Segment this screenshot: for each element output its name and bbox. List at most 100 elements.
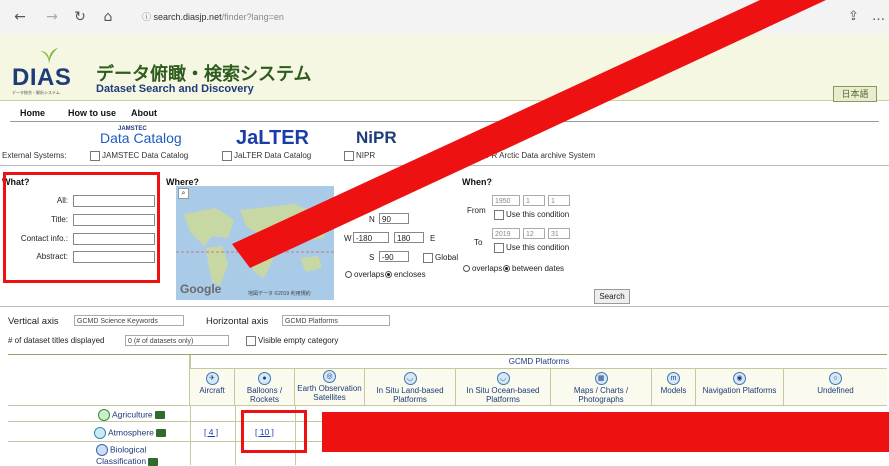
radio-button[interactable] [463,265,470,273]
search-button[interactable]: Search [594,289,630,304]
dataset-count-select[interactable]: 0 (# of datasets only) [125,335,229,346]
to-month-select[interactable]: 12 [523,228,545,239]
col-undefined[interactable]: ○ Undefined [784,369,887,405]
navigation-icon: ◉ [733,372,746,385]
database-icon[interactable] [154,411,165,419]
visible-empty-option[interactable]: Visible empty category [244,336,338,346]
to-day-select[interactable]: 31 [548,228,570,239]
where-overlaps-option[interactable]: overlaps [345,270,384,279]
map-credit: 地図データ ©2019 利用規約 [248,291,311,297]
checkbox[interactable] [90,151,100,161]
col-models[interactable]: m Models [652,369,696,405]
annotation-redaction-bar [322,412,889,452]
horizontal-axis-label: Horizontal axis [206,316,269,327]
main-menu: Home How to use About [0,108,889,122]
more-icon[interactable]: … [872,9,885,24]
nipr-logo[interactable]: NiPR [356,129,397,147]
to-use-condition[interactable]: Use this condition [492,243,569,253]
ext-jalter[interactable]: JaLTER Data Catalog [220,151,311,161]
col-satellites-label: Earth Observation Satellites [297,384,362,402]
to-use-condition-label: Use this condition [506,243,570,253]
radio-button-selected[interactable] [503,265,510,273]
vertical-axis-label: Vertical axis [8,316,59,327]
col-aircraft[interactable]: ✈ Aircraft [190,369,235,405]
checkbox[interactable] [494,243,504,253]
ext-jalter-label: JaLTER Data Catalog [234,151,312,161]
forward-icon[interactable]: → [44,9,60,25]
col-navigation-label: Navigation Platforms [702,386,777,395]
dias-logo[interactable]: DIAS データ統合・解析システム [12,46,82,95]
checkbox[interactable] [344,151,354,161]
row-label-biological[interactable]: Biological Classification [96,444,186,466]
col-ocean-label: In Situ Ocean-based Platforms [466,386,540,404]
east-label: E [430,234,436,243]
west-input[interactable]: -180 [353,232,389,243]
east-input[interactable]: 180 [394,232,424,243]
back-icon[interactable]: ← [12,9,28,25]
row-label-agriculture[interactable]: Agriculture [98,409,165,421]
browser-toolbar: ← → ↻ ⌂ ⓘ search.diasjp.net/finder?lang=… [0,0,889,35]
to-label: To [474,238,483,247]
col-balloons[interactable]: ● Balloons / Rockets [235,369,295,405]
share-icon[interactable]: ⇪ [848,9,859,24]
model-icon: m [667,372,680,385]
world-map[interactable]: ⌕ Google 地図データ ©2019 利用規約 [176,186,334,300]
jamstec-logo[interactable]: JAMSTEC Data Catalog [100,126,182,145]
col-balloons-label: Balloons / Rockets [246,386,283,404]
database-icon[interactable] [148,457,159,466]
when-between-option[interactable]: between dates [503,264,564,273]
menu-about[interactable]: About [131,108,157,118]
table-corner [8,355,190,405]
from-day-select[interactable]: 1 [548,195,570,206]
checkbox[interactable] [494,210,504,220]
info-icon[interactable]: ⓘ [142,13,151,23]
where-encloses-label: encloses [394,270,426,279]
menu-home[interactable]: Home [20,108,45,118]
vertical-axis-select[interactable]: GCMD Science Keywords [74,315,184,326]
site-title-en: Dataset Search and Discovery [96,83,254,95]
ext-jamstec[interactable]: JAMSTEC Data Catalog [88,151,188,161]
jalter-logo[interactable]: JaLTER [236,128,309,148]
col-navigation[interactable]: ◉ Navigation Platforms [696,369,784,405]
ext-nipr[interactable]: NIPR [342,151,375,161]
address-bar[interactable]: ⓘ search.diasjp.net/finder?lang=en [142,8,802,26]
row-atmosphere-text: Atmosphere [108,427,154,438]
col-maps-label: Maps / Charts / Photographs [573,386,629,404]
database-icon[interactable] [155,429,166,437]
global-checkbox[interactable] [423,253,433,263]
horizontal-axis-select[interactable]: GCMD Platforms [282,315,390,326]
checkbox[interactable] [222,151,232,161]
south-label: S [369,253,375,262]
annotation-box-what [3,172,160,283]
col-maps[interactable]: ▦ Maps / Charts / Photographs [551,369,652,405]
satellite-icon: ◎ [323,370,336,383]
refresh-icon[interactable]: ↻ [72,9,88,25]
external-systems-label: External Systems: [2,151,67,160]
home-icon[interactable]: ⌂ [100,9,116,25]
from-use-condition[interactable]: Use this condition [492,210,569,220]
when-overlaps-label: overlaps [472,264,503,273]
col-satellites[interactable]: ◎ Earth Observation Satellites [295,369,365,405]
col-land[interactable]: ◡ In Situ Land-based Platforms [365,369,456,405]
annotation-box-count [241,410,307,453]
language-button[interactable]: 日本語 [833,86,877,102]
row-label-atmosphere[interactable]: Atmosphere [94,427,166,439]
north-input[interactable]: 90 [379,213,409,224]
biological-icon [96,444,108,456]
where-encloses-option[interactable]: encloses [385,270,426,279]
global-option[interactable]: Global [421,253,458,263]
zoom-icon[interactable]: ⌕ [178,188,189,199]
col-ocean[interactable]: ◡ In Situ Ocean-based Platforms [456,369,551,405]
checkbox[interactable] [246,336,256,346]
menu-how-to-use[interactable]: How to use [68,108,116,118]
from-month-select[interactable]: 1 [523,195,545,206]
to-year-select[interactable]: 2019 [492,228,520,239]
where-overlaps-label: overlaps [354,270,385,279]
radio-button-selected[interactable] [385,271,392,279]
atmosphere-aircraft-count[interactable]: [ 4 ] [204,427,218,437]
land-platform-icon: ◡ [403,372,417,385]
when-overlaps-option[interactable]: overlaps [463,264,502,273]
from-year-select[interactable]: 1950 [492,195,520,206]
radio-button[interactable] [345,271,352,279]
south-input[interactable]: -90 [379,251,409,262]
